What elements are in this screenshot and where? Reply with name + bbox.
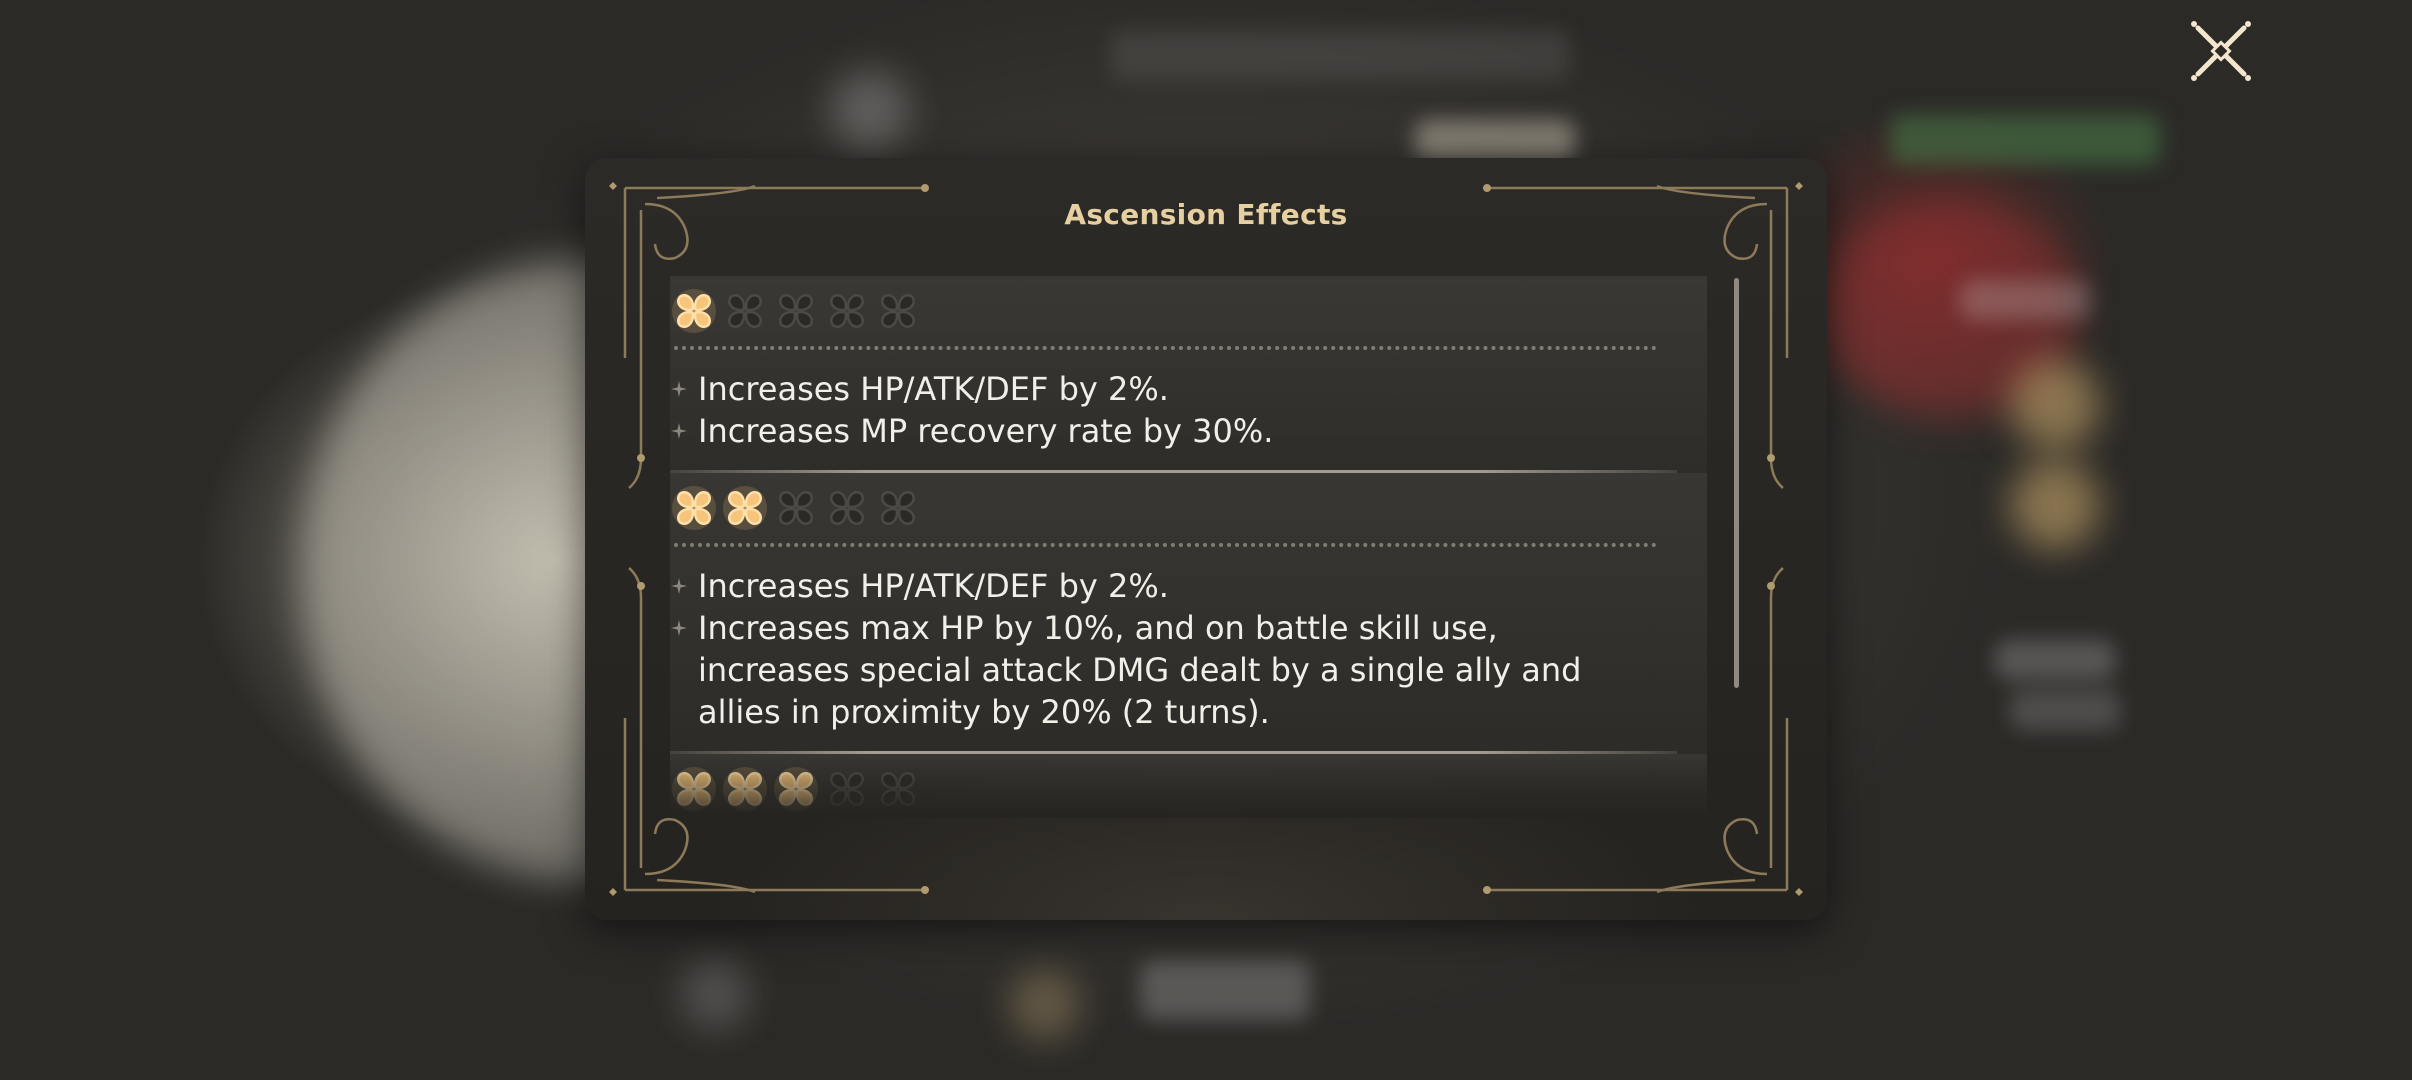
effect-item: Increases MP recovery rate by 30%.	[670, 410, 1658, 452]
effect-text: Increases max HP by 10%, and on battle s…	[698, 609, 1582, 731]
effect-text: Increases MP recovery rate by 30%.	[698, 412, 1274, 450]
flower-star-icon	[881, 294, 915, 328]
flower-star-icon	[881, 491, 915, 525]
effects-list[interactable]: Increases HP/ATK/DEF by 2%. Increases MP …	[670, 276, 1707, 812]
flower-star-icon	[723, 767, 767, 811]
sparkle-bullet-icon	[671, 620, 687, 636]
flower-star-icon	[723, 486, 767, 530]
ascension-tier	[670, 754, 1707, 812]
flower-star-icon	[672, 486, 716, 530]
flower-star-icon	[779, 294, 813, 328]
sparkle-bullet-icon	[671, 578, 687, 594]
dotted-divider	[674, 543, 1657, 547]
flower-star-icon	[830, 491, 864, 525]
effect-item: Increases HP/ATK/DEF by 2%.	[670, 368, 1658, 410]
flower-star-icon	[779, 491, 813, 525]
dotted-divider	[674, 346, 1657, 350]
flower-star-icon	[774, 767, 818, 811]
effect-list: Increases HP/ATK/DEF by 2%. Increases MP …	[670, 350, 1677, 470]
effect-list: Increases HP/ATK/DEF by 2%. Increases max…	[670, 547, 1677, 751]
close-button[interactable]	[2186, 18, 2256, 84]
sparkle-bullet-icon	[671, 381, 687, 397]
ascension-effects-dialog: Ascension Effects Increases HP/ATK/DEF b…	[585, 158, 1827, 920]
effect-text: Increases HP/ATK/DEF by 2%.	[698, 567, 1169, 605]
ascension-tier: Increases HP/ATK/DEF by 2%. Increases max…	[670, 473, 1707, 754]
tier-stars	[670, 473, 1677, 543]
flower-star-icon	[672, 289, 716, 333]
scroll-thumb[interactable]	[1734, 278, 1739, 688]
flower-star-icon	[830, 772, 864, 806]
effect-text: Increases HP/ATK/DEF by 2%.	[698, 370, 1169, 408]
flower-star-icon	[881, 772, 915, 806]
dialog-title: Ascension Effects	[1064, 198, 1348, 231]
tier-stars	[670, 754, 1677, 812]
flower-star-icon	[672, 767, 716, 811]
scrollbar[interactable]	[1734, 278, 1739, 688]
effect-item: Increases max HP by 10%, and on battle s…	[670, 607, 1658, 733]
ascension-tier: Increases HP/ATK/DEF by 2%. Increases MP …	[670, 276, 1707, 473]
effect-item: Increases HP/ATK/DEF by 2%.	[670, 565, 1658, 607]
tier-stars	[670, 276, 1677, 346]
sparkle-bullet-icon	[671, 423, 687, 439]
close-x-icon	[2191, 21, 2251, 81]
flower-star-icon	[830, 294, 864, 328]
flower-star-icon	[728, 294, 762, 328]
